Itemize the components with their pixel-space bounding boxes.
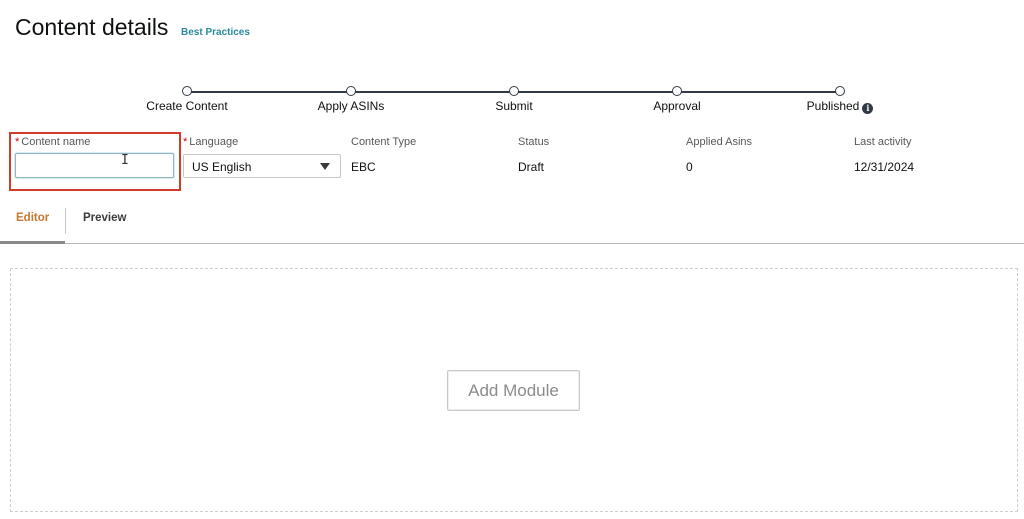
step-label: Create Content bbox=[146, 99, 228, 113]
tab-divider bbox=[65, 208, 66, 234]
required-marker: * bbox=[183, 136, 188, 148]
language-label-text: Language bbox=[189, 136, 239, 148]
text-cursor-icon: I bbox=[121, 153, 129, 168]
page-title: Content details bbox=[15, 14, 169, 40]
tab-preview[interactable]: Preview bbox=[83, 212, 126, 224]
step-dot bbox=[182, 86, 192, 96]
step-label: Submit bbox=[495, 99, 533, 113]
content-type-value: EBC bbox=[351, 160, 376, 174]
step-label-text: Published bbox=[806, 99, 860, 113]
step-label: Approval bbox=[653, 99, 701, 113]
step-label: Apply ASINs bbox=[317, 99, 385, 113]
required-marker: * bbox=[15, 136, 20, 148]
step-published: Published i bbox=[770, 86, 910, 115]
step-create-content: Create Content bbox=[117, 86, 257, 115]
last-activity-label: Last activity bbox=[854, 136, 912, 148]
caret-down-icon bbox=[320, 163, 330, 170]
step-dot bbox=[509, 86, 519, 96]
language-selected-value: US English bbox=[192, 160, 252, 174]
step-dot bbox=[672, 86, 682, 96]
content-name-label-text: Content name bbox=[21, 136, 91, 148]
step-dot bbox=[835, 86, 845, 96]
step-label: Published i bbox=[807, 99, 874, 114]
content-name-input[interactable] bbox=[15, 153, 174, 178]
language-label: * Language bbox=[183, 136, 238, 148]
step-dot bbox=[346, 86, 356, 96]
step-approval: Approval bbox=[607, 86, 747, 115]
tab-editor[interactable]: Editor bbox=[16, 212, 49, 224]
status-label: Status bbox=[518, 136, 550, 148]
step-apply-asins: Apply ASINs bbox=[281, 86, 421, 115]
applied-asins-value: 0 bbox=[686, 160, 693, 174]
best-practices-link[interactable]: Best Practices bbox=[181, 27, 250, 38]
info-icon[interactable]: i bbox=[862, 103, 874, 114]
last-activity-value: 12/31/2024 bbox=[854, 160, 915, 174]
tabs-underline bbox=[0, 243, 1024, 244]
language-select[interactable]: US English bbox=[183, 154, 341, 178]
applied-asins-label: Applied Asins bbox=[686, 136, 753, 148]
step-submit: Submit bbox=[444, 86, 584, 115]
active-tab-indicator bbox=[0, 241, 65, 244]
status-value: Draft bbox=[518, 160, 545, 174]
add-module-button[interactable]: Add Module bbox=[447, 370, 580, 411]
content-name-label: * Content name bbox=[15, 136, 90, 148]
content-type-label: Content Type bbox=[351, 136, 417, 148]
